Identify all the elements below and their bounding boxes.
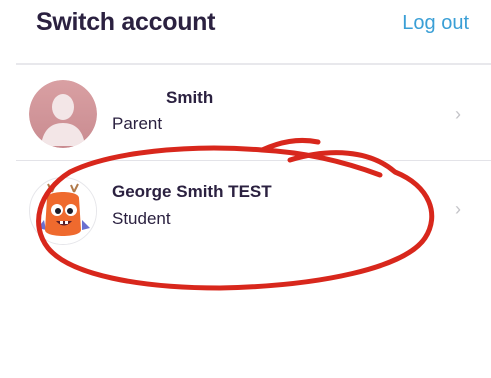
account-name: Smith: [166, 88, 214, 107]
header: Switch account Log out: [0, 0, 491, 55]
account-role: Parent: [112, 114, 163, 133]
orange-monster-avatar-icon: [29, 177, 97, 245]
page-title: Switch account: [36, 8, 216, 36]
header-divider: [16, 63, 491, 65]
chevron-right-icon: ›: [455, 199, 461, 219]
chevron-right-icon: ›: [455, 104, 461, 124]
account-name: George Smith TEST: [112, 182, 272, 201]
account-row-student[interactable]: George Smith TEST Student ›: [0, 163, 491, 259]
default-person-avatar-icon: [29, 80, 97, 148]
account-row-parent[interactable]: Smith Parent ›: [0, 66, 491, 162]
row-divider: [16, 160, 491, 161]
switch-account-screen: Switch account Log out Smith Parent › Ge…: [0, 0, 491, 378]
logout-button[interactable]: Log out: [402, 12, 469, 35]
account-role: Student: [112, 209, 171, 228]
